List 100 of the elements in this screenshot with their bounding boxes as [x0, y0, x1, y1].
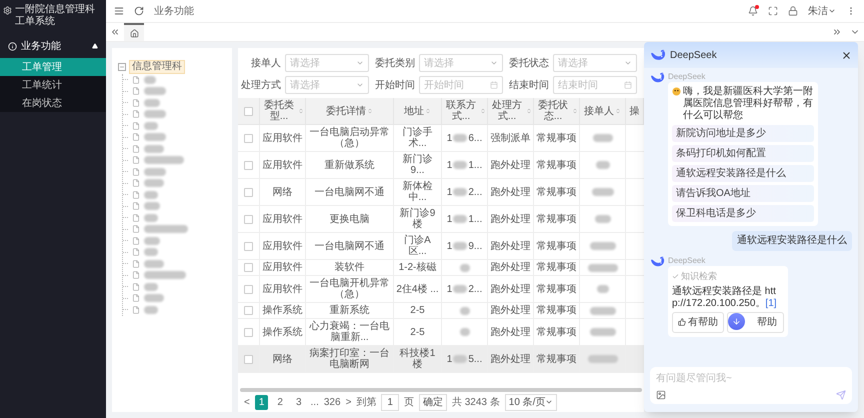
column-header[interactable]: 联系方式...	[443, 100, 479, 122]
row-checkbox[interactable]	[244, 328, 253, 336]
redacted-text	[590, 242, 616, 250]
table-cell: 2-5	[410, 305, 425, 316]
redacted-text	[590, 306, 616, 314]
confirm-button[interactable]: 确定	[418, 394, 447, 410]
column-header[interactable]: 地址	[404, 106, 424, 116]
redacted-text	[453, 355, 468, 363]
page-input[interactable]: 1	[381, 394, 399, 410]
file-icon	[132, 76, 140, 84]
redacted-text	[144, 144, 164, 153]
file-icon	[132, 110, 140, 118]
home-tab[interactable]	[124, 23, 144, 41]
column-header[interactable]: 处理方式...	[489, 100, 525, 122]
whale-logo-icon	[650, 256, 665, 268]
menu-item[interactable]: 工单统计	[0, 76, 106, 94]
column-header[interactable]: 委托详情	[326, 106, 366, 116]
row-checkbox[interactable]	[244, 242, 253, 250]
page-size-select[interactable]: 10 条/页	[504, 394, 558, 410]
image-icon[interactable]	[656, 390, 666, 400]
filter-label: 委托状态	[508, 56, 550, 70]
table-row[interactable]: 应用软件 装软件 1-2-核磁 跑外处理 常规事项	[238, 260, 644, 276]
row-checkbox[interactable]	[244, 134, 253, 142]
table-cell: 应用软件	[262, 240, 302, 252]
file-icon	[132, 282, 140, 291]
suggestion-chip[interactable]: 新院访问地址是多少	[672, 125, 814, 142]
table-row[interactable]: 应用软件 更换电脑 新门诊9楼 1 1... 跑外处理 常规事项	[238, 206, 644, 233]
redacted-text	[594, 215, 610, 223]
redacted-text	[144, 179, 164, 188]
scroll-right-icon[interactable]	[832, 27, 842, 37]
previous-page[interactable]: <	[244, 394, 250, 410]
next-page[interactable]: >	[346, 394, 352, 410]
collapse-toggle[interactable]	[118, 63, 126, 71]
helpful-button[interactable]: 有帮助	[672, 312, 724, 332]
tree-node[interactable]: 信息管理科	[129, 60, 185, 74]
redacted-text	[592, 188, 614, 196]
menu-item[interactable]: 在岗状态	[0, 94, 106, 112]
row-checkbox[interactable]	[244, 160, 253, 170]
app-title: 一附院信息管理科工单系统	[15, 4, 96, 28]
redacted-text	[460, 306, 470, 314]
send-icon[interactable]	[836, 390, 846, 400]
table-row[interactable]: 操作系统 重新系统 2-5 跑外处理 常规事项	[238, 303, 644, 319]
row-checkbox[interactable]	[244, 284, 253, 294]
menu-icon[interactable]	[114, 6, 124, 16]
column-header[interactable]: 委托类型...	[261, 100, 297, 122]
suggestion-chip[interactable]: 保卫科电话是多少	[672, 205, 814, 222]
close-icon[interactable]	[841, 50, 852, 60]
suggestion-chip[interactable]: 通软远程安装路径是什么	[672, 165, 814, 182]
row-checkbox[interactable]	[244, 306, 253, 315]
filter-label: 接单人	[250, 56, 282, 70]
lock-icon[interactable]	[788, 6, 798, 16]
redacted-text	[453, 285, 468, 293]
redacted-text	[144, 236, 160, 245]
file-icon	[132, 271, 140, 280]
file-icon	[132, 225, 140, 234]
file-icon	[132, 156, 140, 164]
column-header: 操	[630, 106, 640, 116]
refresh-icon[interactable]	[134, 6, 144, 16]
table-cell: 跑外处理	[490, 354, 530, 364]
row-checkbox[interactable]	[244, 214, 253, 224]
suggestion-chip[interactable]: 条码打印机如何配置	[672, 145, 814, 162]
table-cell: 重新做系统	[324, 160, 374, 170]
fullscreen-icon[interactable]	[768, 6, 778, 16]
table-cell: 一台电脑网不通	[314, 186, 384, 198]
table-cell-text: 9...	[468, 240, 482, 254]
redacted-text	[144, 271, 186, 280]
caret-icon	[828, 7, 836, 15]
table-cell: 跑外处理	[490, 326, 530, 338]
page-button[interactable]: 3	[292, 394, 306, 410]
column-header[interactable]: 委托状态...	[535, 100, 571, 122]
row-checkbox[interactable]	[244, 354, 253, 364]
menu-group[interactable]: 业务功能	[0, 34, 106, 58]
bell-icon[interactable]	[748, 6, 758, 16]
select-all-checkbox[interactable]	[244, 106, 253, 116]
table-cell: 一台电脑网不通	[314, 240, 384, 252]
table-cell-text: 1	[446, 212, 452, 226]
table-row[interactable]: 网络 病案打印室：一台电脑断网 科技楼1楼 1 5... 跑外处理 常规事项	[238, 346, 644, 373]
table-row[interactable]: 网络 一台电脑网不通 新体检中... 1 2... 跑外处理 常规事项	[238, 179, 644, 206]
table-row[interactable]: 应用软件 重新做系统 新门诊9... 1 1... 跑外处理 常规事项	[238, 152, 644, 179]
table-cell-text: 2...	[468, 186, 482, 200]
redacted-text	[453, 242, 468, 250]
collapse-left-icon[interactable]	[110, 27, 120, 37]
table-cell: 跑外处理	[490, 262, 530, 273]
suggestion-chip[interactable]: 请告诉我OA地址	[672, 185, 814, 202]
row-checkbox[interactable]	[244, 263, 253, 272]
table-row[interactable]: 应用软件 一台电脑网不通 门诊A区... 1 9... 跑外处理 常规事项	[238, 233, 644, 260]
row-checkbox[interactable]	[244, 188, 253, 196]
table-cell-text: 心力衰竭：一台电脑重新...	[308, 321, 390, 343]
caret-up-icon	[92, 43, 98, 49]
page-button[interactable]: 326	[324, 394, 341, 410]
user-menu[interactable]: 朱洁	[808, 4, 836, 18]
table-cell: 应用软件	[262, 132, 302, 144]
file-icon	[132, 306, 140, 314]
column-header[interactable]: 接单人	[584, 106, 614, 116]
page-button[interactable]: 2	[273, 394, 287, 410]
file-icon	[132, 202, 140, 210]
sender-name: DeepSeek	[668, 72, 706, 82]
breadcrumb[interactable]: 业务功能	[154, 4, 194, 18]
table-cell: 常规事项	[536, 132, 576, 144]
scroll-down-button[interactable]	[728, 312, 745, 330]
